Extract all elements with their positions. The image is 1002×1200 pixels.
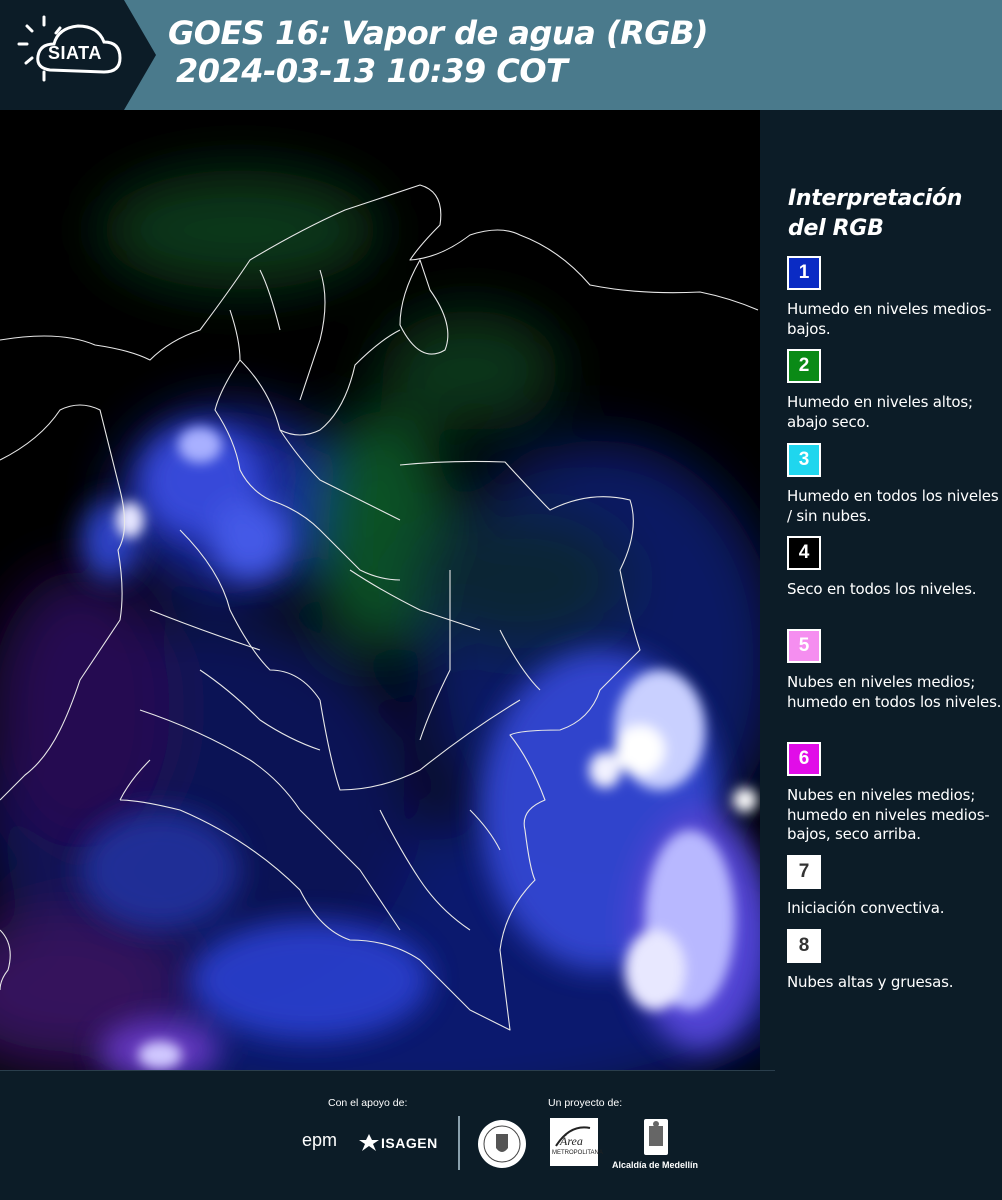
legend-item-2: 2 Humedo en niveles altos; abajo seco. xyxy=(787,349,1002,432)
footer-divider xyxy=(458,1116,460,1170)
legend-desc-3: Humedo en todos los niveles / sin nubes. xyxy=(787,487,999,525)
legend-title-line2: del RGB xyxy=(788,216,884,241)
page-title: GOES 16: Vapor de agua (RGB) xyxy=(168,14,708,52)
legend-desc-2: Humedo en niveles altos; abajo seco. xyxy=(787,393,973,431)
legend-swatch-3: 3 xyxy=(787,443,821,477)
legend-item-1: 1 Humedo en niveles medios-bajos. xyxy=(787,256,1002,339)
legend-item-3: 3 Humedo en todos los niveles / sin nube… xyxy=(787,443,1002,526)
area-metropolitana-text: METROPOLITANA xyxy=(552,1150,603,1156)
legend-item-4: 4 Seco en todos los niveles. xyxy=(787,536,1002,600)
timestamp: 2024-03-13 10:39 COT xyxy=(176,52,568,90)
legend-swatch-7: 7 xyxy=(787,855,821,889)
header-bar: SIATA GOES 16: Vapor de agua (RGB) 2024-… xyxy=(0,0,1002,110)
svg-text:Área: Área xyxy=(559,1134,583,1148)
isagen-icon xyxy=(359,1134,379,1151)
legend-desc-5: Nubes en niveles medios; humedo en todos… xyxy=(787,673,1002,711)
isagen-logo: ISAGEN xyxy=(381,1135,438,1151)
legend-swatch-8: 8 xyxy=(787,929,821,963)
legend-item-5: 5 Nubes en niveles medios; humedo en tod… xyxy=(787,629,1002,712)
legend-swatch-5: 5 xyxy=(787,629,821,663)
legend-desc-8: Nubes altas y gruesas. xyxy=(787,973,954,991)
legend-item-6: 6 Nubes en niveles medios; humedo en niv… xyxy=(787,742,1002,845)
footer: Con el apoyo de: Un proyecto de: epm ISA… xyxy=(0,1070,1002,1200)
legend-swatch-6: 6 xyxy=(787,742,821,776)
legend-item-7: 7 Iniciación convectiva. xyxy=(787,855,1002,919)
area-metropolitana-logo: Área xyxy=(550,1118,598,1166)
seal-icon xyxy=(478,1120,526,1168)
legend-title: Interpretación del RGB xyxy=(788,184,988,244)
legend-desc-6: Nubes en niveles medios; humedo en nivel… xyxy=(787,786,990,843)
legend-item-8: 8 Nubes altas y gruesas. xyxy=(787,929,1002,993)
legend-desc-7: Iniciación convectiva. xyxy=(787,899,945,917)
legend-desc-1: Humedo en niveles medios-bajos. xyxy=(787,300,992,338)
legend-title-line1: Interpretación xyxy=(788,186,963,211)
medellin-crest-icon xyxy=(644,1119,668,1155)
legend-panel: Interpretación del RGB 1 Humedo en nivel… xyxy=(760,110,1002,1070)
legend-swatch-1: 1 xyxy=(787,256,821,290)
footer-separator xyxy=(0,1070,775,1071)
alcaldia-medellin-text: Alcaldía de Medellín xyxy=(612,1160,699,1170)
legend-swatch-2: 2 xyxy=(787,349,821,383)
project-label: Un proyecto de: xyxy=(548,1097,623,1109)
epm-logo: epm xyxy=(302,1130,338,1150)
siata-logo: SIATA xyxy=(0,0,156,110)
siata-logo-text: SIATA xyxy=(48,43,102,63)
legend-desc-4: Seco en todos los niveles. xyxy=(787,580,977,598)
satellite-map xyxy=(0,110,760,1070)
support-label: Con el apoyo de: xyxy=(328,1097,408,1109)
legend-swatch-4: 4 xyxy=(787,536,821,570)
